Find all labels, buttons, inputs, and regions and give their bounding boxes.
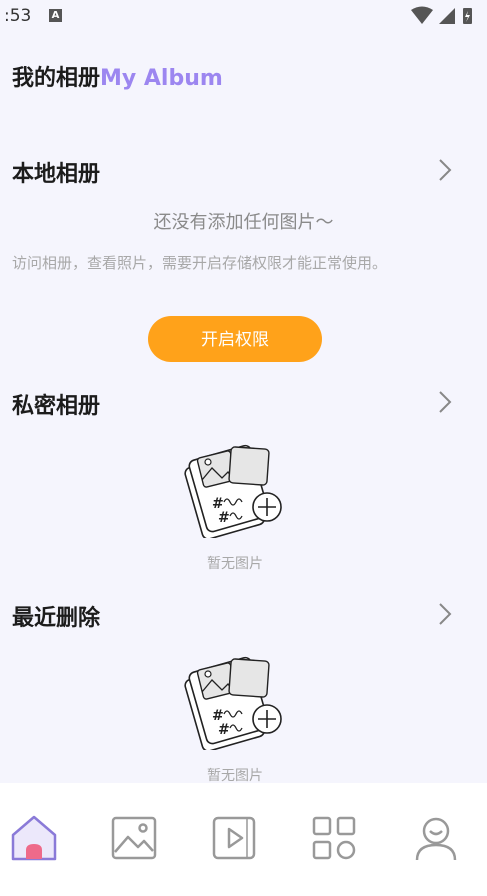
- chevron-right-icon[interactable]: [436, 601, 454, 627]
- empty-album-illustration: # #: [184, 656, 282, 750]
- empty-album-illustration: # #: [184, 444, 282, 538]
- status-time: :53: [4, 6, 32, 26]
- status-bar: :53 A: [0, 0, 487, 34]
- empty-caption: 暂无图片: [207, 556, 263, 572]
- empty-caption: 暂无图片: [207, 768, 263, 784]
- empty-description: 访问相册，查看照片，需要开启存储权限才能正常使用。: [12, 254, 388, 272]
- page-title-en: My Album: [100, 66, 223, 91]
- svg-text:#: #: [218, 722, 230, 738]
- profile-icon[interactable]: [411, 813, 461, 863]
- chevron-right-icon[interactable]: [436, 157, 454, 183]
- enable-permission-button[interactable]: 开启权限: [148, 316, 322, 362]
- video-icon[interactable]: [209, 813, 259, 863]
- private-album-title[interactable]: 私密相册: [12, 388, 100, 420]
- status-icons: [411, 6, 472, 24]
- empty-title: 还没有添加任何图片～: [153, 212, 334, 233]
- signal-icon: [439, 8, 455, 24]
- notification-icon: A: [49, 9, 62, 22]
- recently-deleted-title[interactable]: 最近删除: [12, 600, 100, 632]
- image-icon[interactable]: [109, 813, 159, 863]
- apps-icon[interactable]: [309, 813, 359, 863]
- page-title-cn: 我的相册: [12, 66, 101, 91]
- wifi-icon: [411, 6, 433, 24]
- local-album-title[interactable]: 本地相册: [12, 156, 100, 188]
- chevron-right-icon[interactable]: [436, 389, 454, 415]
- page-title: 我的相册My Album: [12, 60, 223, 92]
- home-icon[interactable]: [9, 813, 59, 863]
- svg-text:#: #: [218, 510, 230, 526]
- bottom-tab-bar: [0, 783, 487, 896]
